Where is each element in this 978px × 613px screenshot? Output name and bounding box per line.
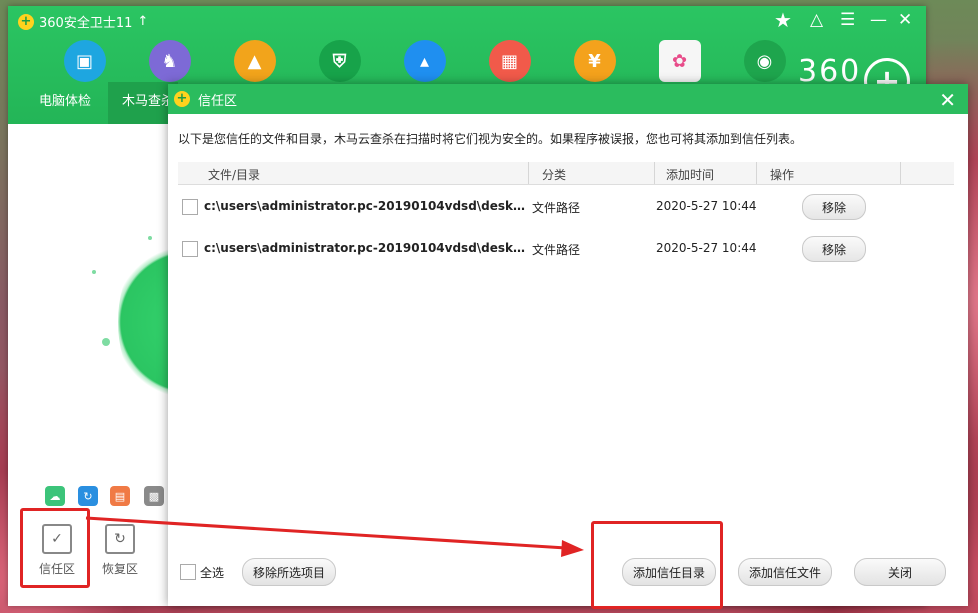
- annotation-arrow: [85, 516, 584, 557]
